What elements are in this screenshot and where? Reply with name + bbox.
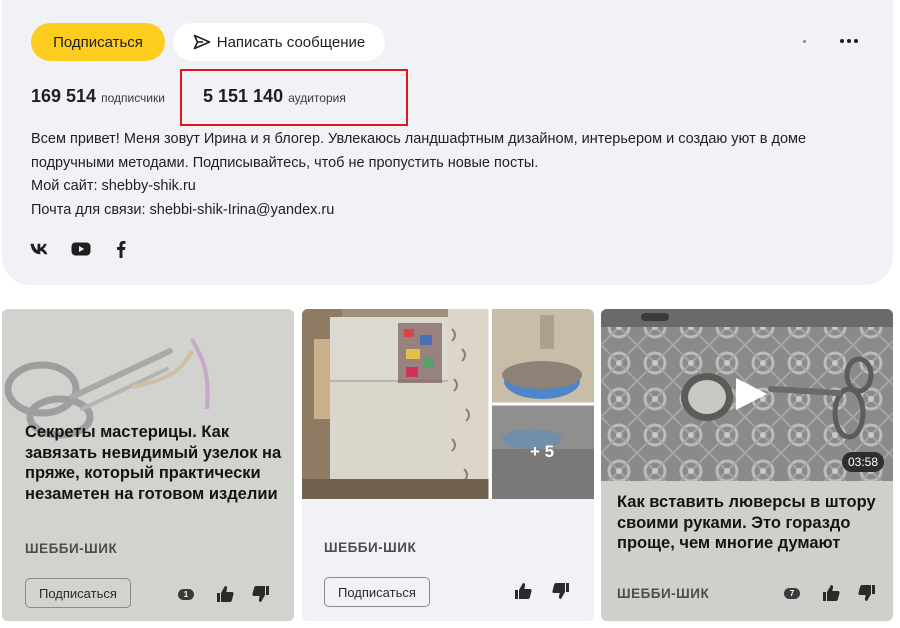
bio-line: Всем привет! Меня зовут Ирина и я блогер… (31, 131, 807, 147)
thumbs-down-icon (858, 585, 875, 601)
like-button[interactable] (512, 580, 534, 602)
audience-highlight-box (180, 69, 408, 126)
channel-name[interactable]: ШЕББИ-ШИК (617, 586, 709, 601)
comment-count: 7 (784, 587, 800, 599)
thumbs-up-icon (217, 586, 234, 602)
more-dot-icon (847, 39, 851, 43)
play-button[interactable] (734, 377, 768, 411)
bio-line: Почта для связи: shebbi-shik-Irina@yande… (31, 201, 335, 218)
bio-line: Мой сайт: shebby-shik.ru (31, 178, 196, 194)
dislike-button[interactable] (550, 580, 572, 602)
play-icon (736, 378, 767, 410)
channel-name[interactable]: ШЕББИ-ШИК (324, 540, 416, 555)
card-subscribe-button[interactable]: Подписаться (324, 577, 430, 607)
thumbs-down-icon (252, 586, 269, 602)
card-subscribe-button[interactable]: Подписаться (25, 578, 131, 608)
dislike-button[interactable] (250, 583, 272, 605)
article-title[interactable]: Как вставить люверсы в штору своими рука… (617, 492, 885, 554)
like-button[interactable] (820, 582, 842, 604)
subscribers-label: подписчики (101, 91, 165, 105)
more-dot-icon (840, 39, 844, 43)
thumbs-up-icon (515, 583, 532, 599)
article-card[interactable]: Секреты мастерицы. Как завязать невидимы… (2, 309, 294, 621)
more-photos-count[interactable]: + 5 (530, 442, 554, 462)
youtube-icon (71, 242, 91, 256)
send-message-button[interactable]: Написать сообщение (173, 23, 385, 61)
channel-name[interactable]: ШЕББИ-ШИК (25, 541, 117, 556)
bio-line: подручными методами. Подписывайтесь, что… (31, 154, 539, 171)
youtube-link[interactable] (69, 238, 93, 260)
subscribers-stat: 169 514 подписчики (31, 86, 165, 107)
send-message-icon (193, 34, 211, 50)
gallery-main-image (302, 309, 594, 499)
send-message-label: Написать сообщение (216, 33, 366, 51)
vk-link[interactable] (29, 238, 51, 260)
vk-icon (30, 243, 50, 255)
comments-button[interactable]: 7 (784, 587, 800, 599)
card-actions: 1 (178, 583, 272, 605)
thumbs-down-icon (552, 583, 569, 599)
video-card[interactable]: 03:58 Как вставить люверсы в штору своим… (601, 309, 893, 621)
facebook-link[interactable] (113, 238, 129, 260)
video-duration: 03:58 (842, 452, 885, 472)
channel-description: Всем привет! Меня зовут Ирина и я блогер… (31, 128, 881, 222)
dislike-button[interactable] (856, 582, 878, 604)
thumbs-up-icon (823, 585, 840, 601)
dot-indicator (803, 40, 806, 43)
facebook-icon (116, 240, 126, 258)
card-actions: 7 (784, 582, 878, 604)
like-button[interactable] (214, 583, 236, 605)
comment-count: 1 (178, 588, 194, 600)
more-dot-icon (854, 39, 858, 43)
comments-button[interactable]: 1 (178, 588, 194, 600)
gallery-card[interactable]: + 5 ШЕББИ-ШИК Подписаться (302, 309, 594, 621)
subscribe-button[interactable]: Подписаться (31, 23, 165, 61)
more-options-button[interactable] (834, 31, 864, 51)
subscribers-count: 169 514 (31, 86, 97, 106)
article-title[interactable]: Секреты мастерицы. Как завязать невидимы… (25, 422, 287, 504)
card-actions (512, 580, 572, 602)
